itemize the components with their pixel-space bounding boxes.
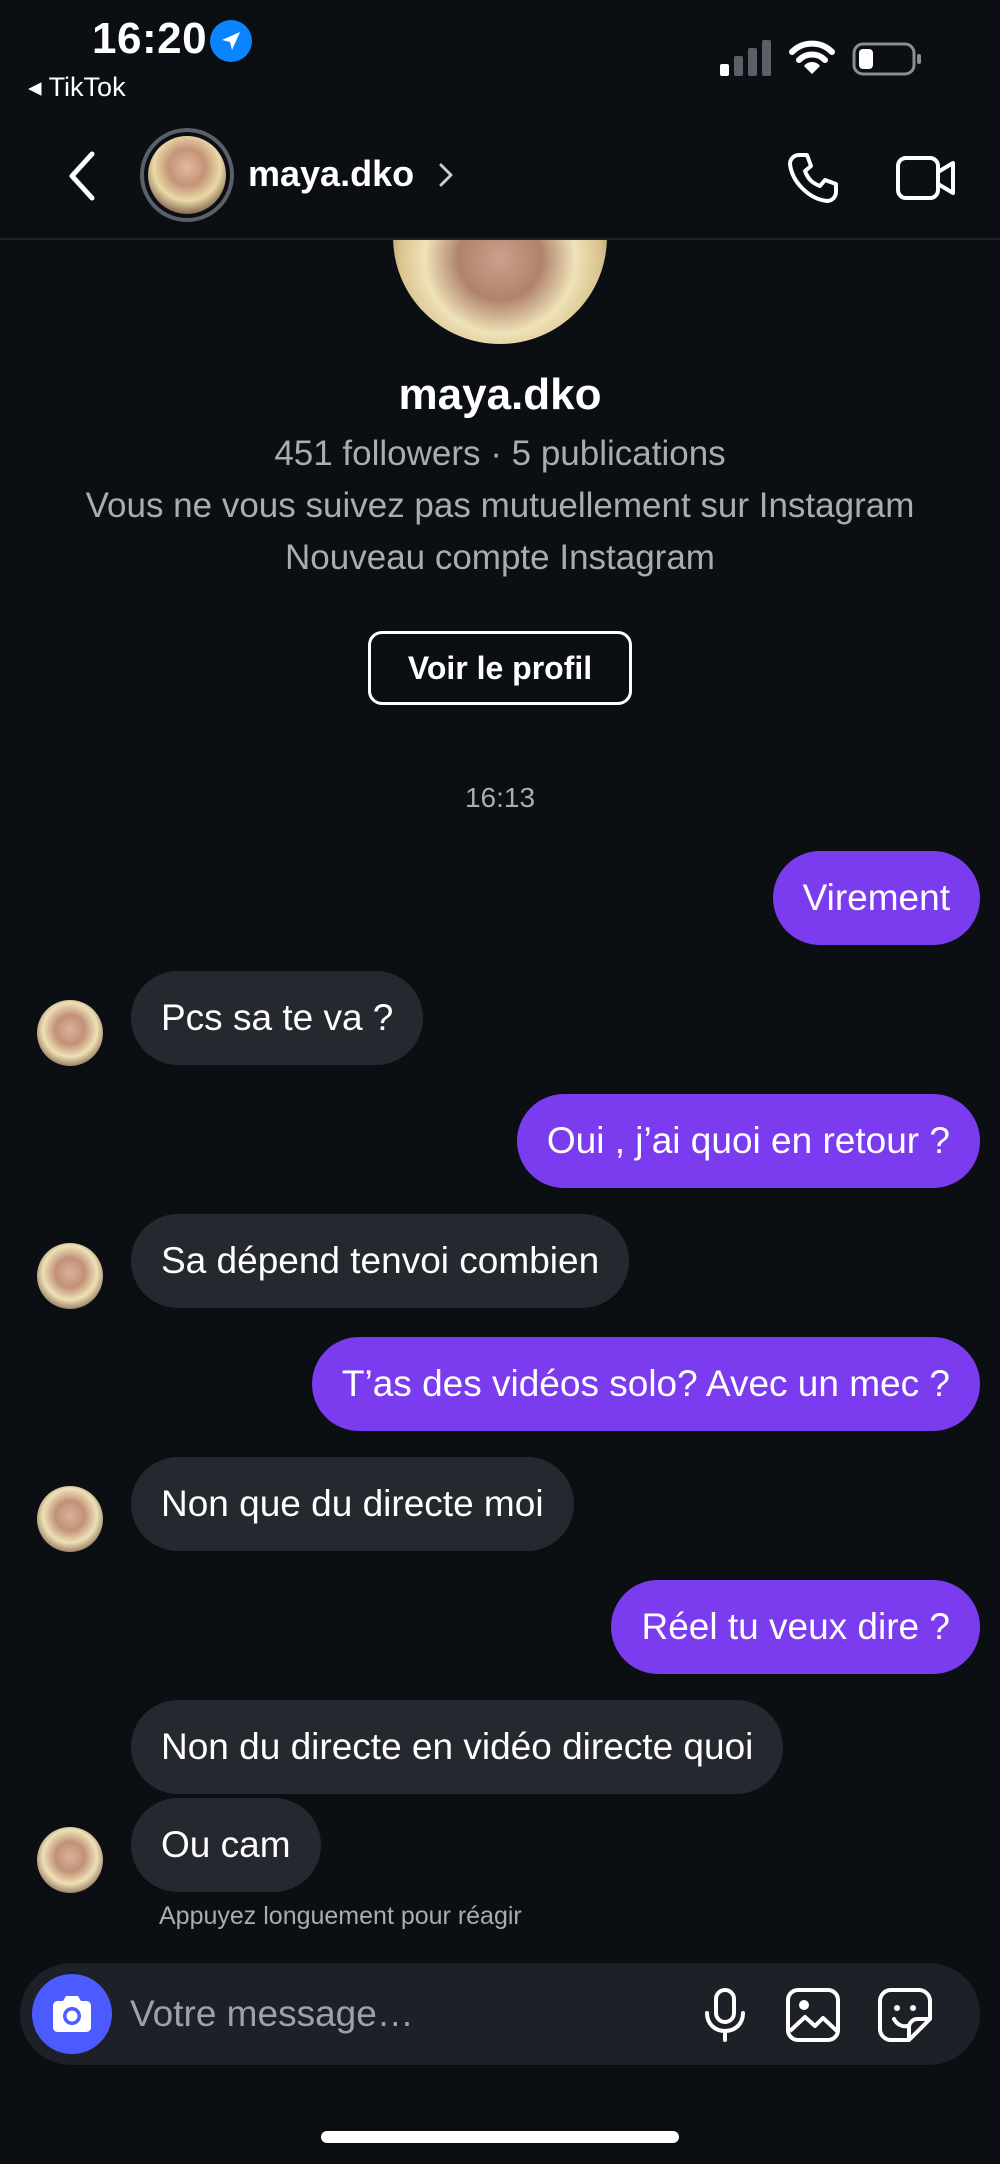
reaction-hint: Appuyez longuement pour réagir bbox=[159, 1902, 522, 1930]
profile-stats: 451 followers · 5 publications bbox=[274, 434, 726, 473]
camera-button[interactable] bbox=[32, 1974, 112, 2054]
phone-icon bbox=[788, 153, 838, 203]
battery-icon bbox=[852, 42, 924, 76]
view-profile-button[interactable]: Voir le profil bbox=[368, 631, 632, 705]
outgoing-message[interactable]: Oui , j’ai quoi en retour ? bbox=[516, 1094, 980, 1188]
chat-header: maya.dko bbox=[0, 110, 1000, 240]
avatar[interactable] bbox=[37, 1486, 103, 1552]
microphone-button[interactable] bbox=[700, 1987, 750, 2043]
status-time: 16:20 bbox=[92, 14, 208, 63]
profile-mutual-status: Vous ne vous suivez pas mutuellement sur… bbox=[85, 486, 915, 525]
chevron-left-icon bbox=[69, 151, 95, 201]
message-composer bbox=[20, 1963, 980, 2065]
outgoing-message[interactable]: Réel tu veux dire ? bbox=[611, 1580, 980, 1674]
header-username[interactable]: maya.dko bbox=[248, 153, 414, 195]
status-bar: 16:20 ◂ TikTok bbox=[0, 0, 1000, 110]
home-indicator[interactable] bbox=[321, 2131, 679, 2143]
image-icon bbox=[786, 1988, 840, 2042]
incoming-message[interactable]: Pcs sa te va ? bbox=[131, 971, 424, 1065]
chevron-right-icon[interactable] bbox=[437, 160, 455, 190]
video-call-button[interactable] bbox=[895, 152, 957, 204]
profile-new-account: Nouveau compte Instagram bbox=[285, 538, 715, 577]
microphone-icon bbox=[705, 1988, 745, 2042]
avatar[interactable] bbox=[37, 1243, 103, 1309]
wifi-icon bbox=[788, 38, 836, 76]
gallery-button[interactable] bbox=[785, 1987, 841, 2043]
thread-timestamp: 16:13 bbox=[464, 782, 536, 813]
avatar[interactable] bbox=[37, 1000, 103, 1066]
location-arrow-icon bbox=[210, 20, 252, 62]
profile-name: maya.dko bbox=[398, 370, 602, 419]
cell-signal-icon bbox=[720, 40, 772, 76]
outgoing-message[interactable]: T’as des vidéos solo? Avec un mec ? bbox=[311, 1337, 980, 1431]
incoming-message[interactable]: Sa dépend tenvoi combien bbox=[131, 1214, 630, 1308]
sticker-button[interactable] bbox=[877, 1987, 933, 2043]
incoming-message[interactable]: Non du directe en vidéo directe quoi bbox=[131, 1700, 784, 1794]
video-camera-icon bbox=[896, 156, 955, 200]
back-to-app-link[interactable]: ◂ TikTok bbox=[28, 72, 126, 103]
message-input[interactable] bbox=[130, 1983, 690, 2045]
avatar[interactable] bbox=[37, 1827, 103, 1893]
incoming-message[interactable]: Ou cam bbox=[131, 1798, 321, 1892]
back-button[interactable] bbox=[60, 146, 106, 206]
call-button[interactable] bbox=[785, 150, 841, 206]
avatar[interactable] bbox=[140, 128, 234, 222]
camera-icon bbox=[53, 1996, 91, 2032]
incoming-message[interactable]: Non que du directe moi bbox=[131, 1457, 574, 1551]
outgoing-message[interactable]: Virement bbox=[772, 851, 980, 945]
sticker-icon bbox=[878, 1988, 932, 2042]
